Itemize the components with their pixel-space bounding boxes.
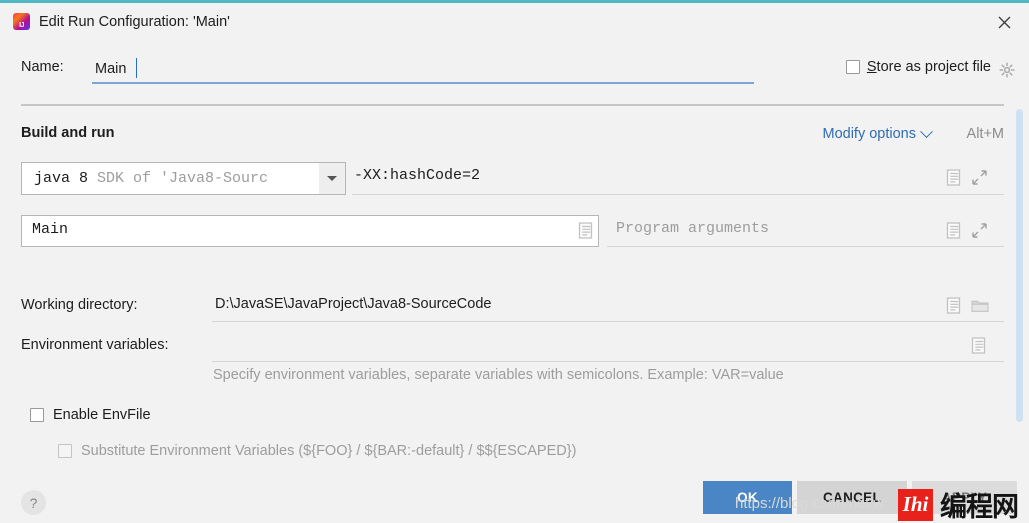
chevron-down-icon (327, 176, 337, 181)
ok-button[interactable]: OK (703, 481, 792, 514)
gear-icon[interactable] (999, 62, 1015, 78)
folder-glyph (971, 300, 989, 312)
checkbox-box (845, 60, 860, 74)
working-directory-label: Working directory: (21, 297, 138, 313)
substitute-environment-variables-checkbox: Substitute Environment Variables (${FOO}… (58, 443, 576, 459)
vm-options-macro-icon[interactable] (946, 169, 961, 191)
jdk-dropdown-text: java 8 SDK of 'Java8-Sourc (22, 170, 268, 187)
vm-options-expand-icon[interactable] (972, 170, 987, 190)
document-glyph (946, 297, 961, 314)
expand-glyph (972, 170, 987, 185)
jdk-dropdown-arrow[interactable] (319, 163, 345, 194)
name-input[interactable] (92, 55, 754, 84)
edit-run-configuration-dialog: Edit Run Configuration: 'Main' Name: Sto… (0, 0, 1029, 523)
main-class-field[interactable]: Main (21, 215, 599, 247)
title-bar: Edit Run Configuration: 'Main' (0, 3, 1029, 40)
environment-variables-hint: Specify environment variables, separate … (213, 367, 784, 383)
dialog-footer: ? OK CANCEL APPLY (0, 471, 1029, 523)
apply-button[interactable]: APPLY (912, 481, 1017, 514)
vm-options-value: -XX:hashCode=2 (354, 167, 481, 184)
close-glyph (998, 16, 1010, 28)
working-directory-macro-icon[interactable] (946, 297, 961, 319)
checkbox-box (30, 408, 44, 422)
label-rest: tore as project file (876, 59, 991, 75)
folder-icon[interactable] (971, 298, 989, 318)
cancel-button[interactable]: CANCEL (797, 481, 907, 514)
enable-envfile-label: Enable EnvFile (53, 407, 151, 423)
document-glyph (946, 222, 961, 239)
document-glyph (946, 169, 961, 186)
expand-glyph (972, 223, 987, 238)
intellij-idea-icon (13, 13, 30, 30)
main-class-value: Main (32, 221, 69, 238)
enable-envfile-checkbox[interactable]: Enable EnvFile (30, 407, 151, 423)
working-directory-value: D:\JavaSE\JavaProject\Java8-SourceCode (215, 296, 492, 312)
program-arguments-expand-icon[interactable] (972, 223, 987, 243)
jdk-dropdown[interactable]: java 8 SDK of 'Java8-Sourc (21, 162, 346, 195)
modify-options-label: Modify options (822, 126, 917, 142)
program-arguments-macro-icon[interactable] (946, 222, 961, 244)
store-as-project-file-label: Store as project file (867, 59, 991, 75)
vm-options-field[interactable]: -XX:hashCode=2 (352, 162, 1004, 195)
chevron-down-icon (920, 124, 933, 138)
vertical-scrollbar[interactable] (1014, 107, 1025, 463)
gear-glyph (999, 62, 1015, 78)
document-glyph (578, 222, 593, 239)
environment-variables-label: Environment variables: (21, 337, 169, 353)
program-arguments-placeholder: Program arguments (616, 220, 770, 237)
store-as-project-file-checkbox[interactable]: Store as project file (845, 59, 991, 75)
help-button[interactable]: ? (21, 490, 46, 515)
main-class-macro-icon[interactable] (578, 222, 593, 244)
text-caret (136, 58, 137, 78)
program-arguments-field[interactable]: Program arguments (607, 215, 1004, 247)
jdk-description: SDK of 'Java8-Sourc (97, 170, 269, 187)
modify-options-shortcut: Alt+M (966, 126, 1004, 142)
modify-options-link[interactable]: Modify options (822, 124, 933, 142)
checkbox-box (58, 444, 72, 458)
substitute-environment-variables-label: Substitute Environment Variables (${FOO}… (81, 443, 577, 459)
mnemonic-letter: S (866, 59, 877, 75)
jdk-name: java 8 (34, 170, 89, 187)
document-glyph (971, 337, 986, 354)
section-divider (21, 104, 1004, 106)
name-label: Name: (21, 59, 64, 75)
environment-variables-field[interactable] (212, 332, 1004, 362)
build-and-run-title: Build and run (21, 125, 115, 141)
environment-variables-browse-icon[interactable] (971, 337, 986, 359)
scrollbar-thumb[interactable] (1016, 109, 1023, 422)
name-row: Name: Store as project file (0, 55, 1029, 87)
close-icon[interactable] (991, 9, 1017, 35)
dialog-title: Edit Run Configuration: 'Main' (39, 13, 230, 30)
working-directory-field[interactable]: D:\JavaSE\JavaProject\Java8-SourceCode (212, 292, 1004, 322)
